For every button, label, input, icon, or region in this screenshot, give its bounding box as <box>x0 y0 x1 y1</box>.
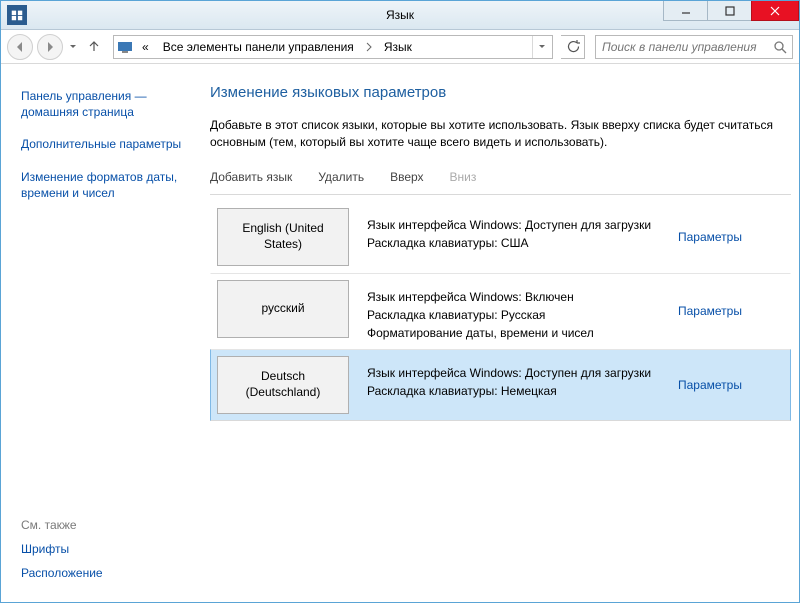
sidebar-link-formats[interactable]: Изменение форматов даты, времени и чисел <box>21 169 194 201</box>
window-controls <box>664 1 799 29</box>
sidebar: Панель управления — домашняя страница До… <box>1 64 206 602</box>
language-box[interactable]: русский <box>217 280 349 338</box>
navbar: « Все элементы панели управления Язык <box>1 30 799 64</box>
language-info: Язык интерфейса Windows: Доступен для за… <box>353 204 678 270</box>
maximize-button[interactable] <box>707 1 752 21</box>
up-button[interactable] <box>83 36 105 58</box>
addressbar[interactable]: « Все элементы панели управления Язык <box>113 35 553 59</box>
titlebar: Язык <box>1 1 799 30</box>
close-button[interactable] <box>751 1 799 21</box>
back-button[interactable] <box>7 34 33 60</box>
page-description: Добавьте в этот список языки, которые вы… <box>210 117 791 152</box>
language-box[interactable]: English (United States) <box>217 208 349 266</box>
language-info-line: Язык интерфейса Windows: Доступен для за… <box>367 364 670 382</box>
toolbar-down: Вниз <box>450 166 489 188</box>
toolbar-remove[interactable]: Удалить <box>318 166 376 188</box>
sidebar-link-advanced[interactable]: Дополнительные параметры <box>21 136 194 152</box>
refresh-button[interactable] <box>561 35 585 59</box>
toolbar-add[interactable]: Добавить язык <box>210 166 304 188</box>
language-info-line: Язык интерфейса Windows: Доступен для за… <box>367 216 670 234</box>
see-also-location[interactable]: Расположение <box>21 566 194 580</box>
address-dropdown[interactable] <box>532 36 550 58</box>
minimize-button[interactable] <box>663 1 708 21</box>
app-icon <box>7 5 27 25</box>
language-row[interactable]: English (United States) Язык интерфейса W… <box>210 201 791 273</box>
toolbar-up[interactable]: Вверх <box>390 166 435 188</box>
recent-dropdown[interactable] <box>67 35 79 59</box>
language-options-link[interactable]: Параметры <box>678 352 788 418</box>
language-box[interactable]: Deutsch (Deutschland) <box>217 356 349 414</box>
search-icon <box>772 39 788 55</box>
language-row[interactable]: Deutsch (Deutschland) Язык интерфейса Win… <box>210 349 791 421</box>
language-info-line: Раскладка клавиатуры: США <box>367 234 670 252</box>
language-info-line: Раскладка клавиатуры: Немецкая <box>367 382 670 400</box>
breadcrumb-prefix[interactable]: « <box>136 36 155 58</box>
language-info-line: Форматирование даты, времени и чисел <box>367 324 670 342</box>
control-panel-icon <box>116 38 134 56</box>
language-info-line: Язык интерфейса Windows: Включен <box>367 288 670 306</box>
language-options-link[interactable]: Параметры <box>678 276 788 346</box>
language-name-cell: русский <box>213 276 353 346</box>
chevron-right-icon[interactable] <box>362 36 376 58</box>
forward-button[interactable] <box>37 34 63 60</box>
breadcrumb-segment-1[interactable]: Все элементы панели управления <box>157 36 360 58</box>
sidebar-link-home[interactable]: Панель управления — домашняя страница <box>21 88 194 120</box>
page-heading: Изменение языковых параметров <box>210 84 791 101</box>
searchbox[interactable] <box>595 35 793 59</box>
content: Изменение языковых параметров Добавьте в… <box>206 64 799 602</box>
search-input[interactable] <box>600 39 772 55</box>
language-info: Язык интерфейса Windows: Доступен для за… <box>353 352 678 418</box>
language-list: English (United States)Язык интерфейса W… <box>210 201 791 421</box>
language-row[interactable]: русскийЯзык интерфейса Windows: ВключенР… <box>210 273 791 349</box>
language-name-cell: English (United States) <box>213 204 353 270</box>
see-also-header: См. также <box>21 518 194 532</box>
language-options-link[interactable]: Параметры <box>678 204 788 270</box>
language-name-cell: Deutsch (Deutschland) <box>213 352 353 418</box>
language-info: Язык интерфейса Windows: ВключенРаскладк… <box>353 276 678 346</box>
language-info-line: Раскладка клавиатуры: Русская <box>367 306 670 324</box>
toolbar: Добавить язык Удалить Вверх Вниз <box>210 166 791 195</box>
see-also-fonts[interactable]: Шрифты <box>21 542 194 556</box>
breadcrumb-segment-2[interactable]: Язык <box>378 36 418 58</box>
